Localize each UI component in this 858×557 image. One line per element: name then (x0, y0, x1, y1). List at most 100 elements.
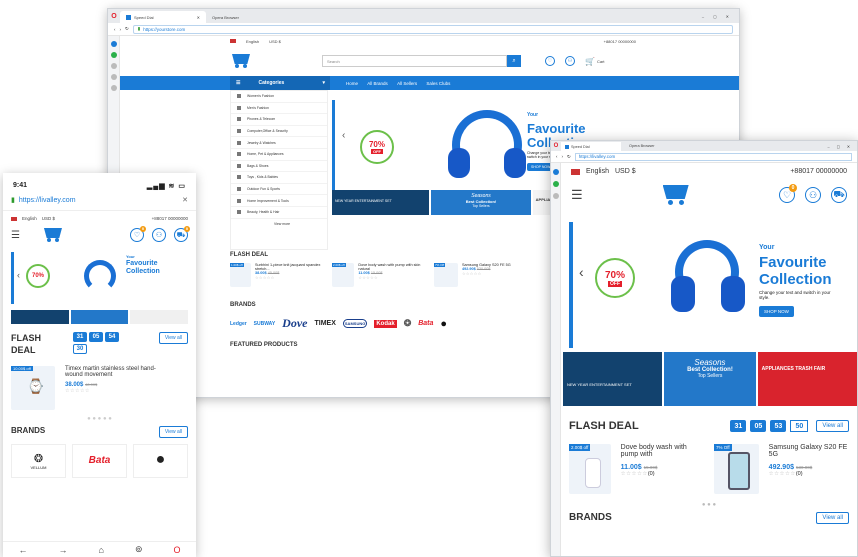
sidebar-history-icon[interactable] (110, 74, 117, 80)
hero-prev-icon[interactable]: ‹ (579, 264, 584, 280)
cart-icon[interactable]: ⛟ (831, 187, 847, 203)
promo-seasons[interactable]: Seasons Best Collection! Top Sellers (431, 190, 531, 215)
close-tab-icon[interactable]: ✕ (197, 15, 200, 20)
view-all-button[interactable]: View all (158, 426, 188, 438)
promo-entertainment[interactable]: NEW YEAR ENTERTAINMENT SET (563, 352, 663, 406)
sidebar-messenger-icon[interactable] (552, 169, 559, 175)
brand-samsung[interactable]: SAMSUNG (342, 319, 368, 328)
sidebar-settings-icon[interactable] (110, 85, 117, 91)
product-card[interactable]: 7% Off Samsung Galaxy S20 FE 5G 492.90$ 53… (434, 263, 530, 287)
promo-entertainment[interactable] (11, 310, 69, 324)
tabs-icon[interactable]: ⊚ (135, 544, 143, 555)
brand-timex[interactable]: TIMEX (315, 320, 336, 327)
category-item[interactable]: Toys , Kids & Babies (231, 172, 327, 184)
tablet-tab-opera[interactable]: Opera Browser (629, 144, 655, 148)
brand-ledger[interactable]: Ledger (230, 321, 247, 327)
desktop-address-bar[interactable]: ▮ https://yourstore.com (132, 24, 733, 34)
sidebar-messenger-icon[interactable] (110, 41, 117, 47)
category-item[interactable]: Computer,Office & Security (231, 126, 327, 138)
category-item[interactable]: Beauty, Health & Hair (231, 207, 327, 219)
tablet-address-bar[interactable]: https://livalley.com (574, 152, 852, 161)
reload-icon[interactable]: ↻ (125, 26, 129, 32)
wishlist-icon[interactable]: ♡ 0 (130, 226, 146, 242)
brand-apple-logo-icon[interactable]: ● (440, 318, 447, 330)
brand-bata[interactable]: Bata (418, 320, 433, 327)
store-logo-icon[interactable] (230, 54, 252, 68)
cart-icon[interactable]: 🛒 (585, 57, 595, 66)
view-all-button[interactable]: View all (816, 420, 849, 432)
sidebar-whatsapp-icon[interactable] (552, 181, 559, 187)
categories-button[interactable]: ☰ Categories ▾ (230, 76, 330, 90)
cart-icon[interactable]: ⛟ 0 (174, 226, 190, 242)
menu-icon[interactable]: ☰ (11, 230, 20, 241)
category-item[interactable]: Outdoor Fun & Sports (231, 184, 327, 196)
product-card[interactable]: 1.00$ off Surbhini 1-piece knit jacquard … (230, 263, 326, 287)
nav-link-brands[interactable]: All Brands (367, 81, 388, 86)
category-item[interactable]: Phones & Telecom (231, 114, 327, 126)
desktop-tab-speed-dial[interactable]: Speed Dial ✕ (120, 11, 206, 23)
tablet-flash-header: FLASH DEAL 31 05 53 50 View all (561, 406, 857, 432)
view-all-button[interactable]: View all (816, 512, 849, 524)
reload-icon[interactable]: ↻ (567, 154, 571, 160)
brand-bata[interactable]: Bata (72, 444, 127, 478)
store-logo-icon[interactable] (42, 228, 64, 242)
nav-link-home[interactable]: Home (346, 81, 358, 86)
promo-appliances[interactable] (130, 310, 189, 324)
forward-icon[interactable]: › (562, 154, 564, 159)
product-card[interactable]: 2.00$ off Dove body wash with pump with 1… (569, 444, 704, 494)
flag-icon (571, 168, 580, 175)
brand-subway[interactable]: SUBWAY (254, 321, 276, 327)
product-card[interactable]: 2.00$ off Dove body wash with pump with s… (332, 263, 428, 287)
opera-logo-icon[interactable]: O (173, 545, 180, 555)
window-controls[interactable]: – ◻ ✕ (702, 14, 739, 19)
forward-icon[interactable]: → (59, 545, 68, 555)
brand-vellum-logo-icon[interactable]: ❂ (404, 318, 412, 329)
window-controls[interactable]: – ◻ ✕ (827, 144, 853, 149)
back-icon[interactable]: ← (19, 545, 28, 555)
hero-prev-icon[interactable]: ‹ (17, 270, 20, 280)
search-icon[interactable]: ⌕ (507, 55, 521, 67)
brand-kodak[interactable]: Kodak (374, 319, 397, 328)
category-item[interactable]: Bags & Shoes (231, 161, 327, 173)
mobile-url-bar[interactable]: ▮ https://livalley.com ✕ (3, 190, 196, 211)
view-all-button[interactable]: View all (158, 332, 188, 344)
promo-seasons[interactable] (70, 310, 129, 324)
view-more-link[interactable]: View more (231, 219, 327, 231)
product-card[interactable]: 7% Off Samsung Galaxy S20 FE 5G 492.90$ 5… (714, 444, 849, 494)
sidebar-player-icon[interactable] (552, 193, 559, 199)
category-item[interactable]: Women's Fashion (231, 91, 327, 103)
promo-appliances[interactable]: APPLIANCES TRASH FAIR (757, 352, 857, 406)
nav-link-sales[interactable]: Sales Clubs (426, 81, 450, 86)
brand-apple-logo-icon[interactable]: ● (133, 444, 188, 478)
category-item[interactable]: Men's Fashion (231, 103, 327, 115)
category-item[interactable]: Home, Pet & Appliances (231, 149, 327, 161)
promo-entertainment[interactable]: NEW YEAR ENTERTAINMENT SET (332, 190, 430, 215)
account-icon[interactable]: ⚇ (152, 228, 166, 242)
hero-prev-icon[interactable]: ‹ (342, 130, 345, 141)
brand-vellum[interactable]: ❂ VELLUM (11, 444, 66, 478)
promo-seasons[interactable]: Seasons Best Collection! Top Sellers (664, 352, 756, 406)
close-tab-icon[interactable]: ✕ (182, 196, 188, 204)
tablet-header: ☰ ♡ 0 ⚇ ⛟ (561, 180, 857, 210)
back-icon[interactable]: ‹ (114, 27, 116, 32)
tablet-tab-speed-dial[interactable]: Speed Dial (561, 142, 621, 151)
category-item[interactable]: Home Improvement & Tools (231, 195, 327, 207)
brand-dove[interactable]: Dove (282, 316, 307, 331)
account-icon[interactable]: ⚇ (805, 187, 821, 203)
desktop-search-input[interactable]: Search (322, 55, 507, 67)
wishlist-icon[interactable]: ♡ (545, 56, 555, 66)
sidebar-whatsapp-icon[interactable] (110, 52, 117, 58)
nav-link-sellers[interactable]: All Sellers (397, 81, 417, 86)
home-icon[interactable]: ⌂ (99, 545, 104, 555)
wishlist-icon[interactable]: ♡ 0 (779, 184, 797, 203)
shop-now-button[interactable]: SHOP NOW (759, 306, 794, 317)
back-icon[interactable]: ‹ (556, 154, 558, 159)
account-icon[interactable]: ⚇ (565, 56, 575, 66)
desktop-tab-opera[interactable]: Opera Browser (206, 11, 245, 23)
sidebar-player-icon[interactable] (110, 63, 117, 69)
store-logo-icon[interactable] (661, 185, 691, 205)
category-item[interactable]: Jewelry & Watches (231, 137, 327, 149)
menu-icon[interactable]: ☰ (571, 187, 583, 203)
forward-icon[interactable]: › (120, 27, 122, 32)
mobile-product-card[interactable]: 10.00$ off ⌚ Timex martin stainless steel… (3, 356, 196, 410)
